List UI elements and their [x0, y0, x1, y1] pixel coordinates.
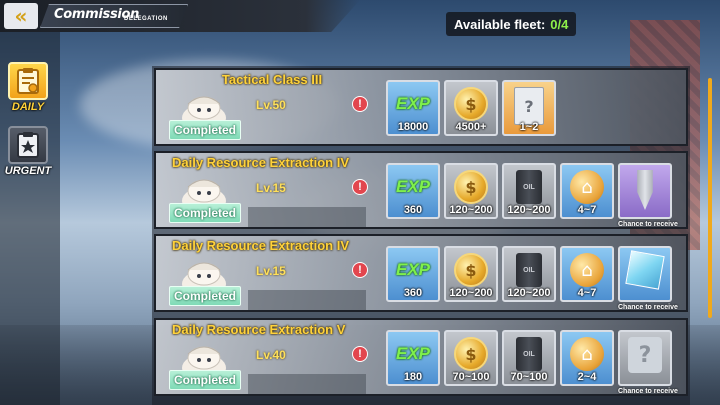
reward-exp[interactable]: EXP 360 — [386, 246, 440, 302]
exp-icon: EXP — [395, 177, 431, 196]
reward-value: 120~200 — [507, 287, 551, 299]
tab-urgent-label: URGENT — [4, 165, 52, 177]
reward-value: 4500+ — [455, 121, 487, 133]
reward-value: 70~100 — [510, 371, 548, 383]
reward-cube[interactable] — [618, 246, 672, 302]
reward-value: 70~100 — [452, 371, 490, 383]
available-fleet: Available fleet: 0/4 — [446, 12, 577, 36]
reward-value: 2~4 — [577, 371, 597, 383]
reward-value: 120~200 — [449, 287, 493, 299]
reward-oil[interactable]: OIL 70~100 — [502, 330, 556, 386]
oil-barrel-icon: OIL — [516, 253, 542, 287]
level-bar — [248, 374, 366, 394]
reward-value: 120~200 — [449, 204, 493, 216]
dorm-icon: ⌂ — [570, 337, 604, 371]
reward-exp[interactable]: EXP 360 — [386, 163, 440, 219]
cube-icon — [625, 250, 665, 290]
commission-level: Lv.50 — [256, 98, 286, 112]
question-mark-icon: ? — [628, 337, 662, 373]
reward-value: 120~200 — [507, 204, 551, 216]
commission-card[interactable]: Daily Resource Extraction V Lv.40 ! Comp… — [154, 318, 688, 396]
reward-value: 4~7 — [577, 204, 597, 216]
reward-house[interactable]: ⌂ 4~7 — [560, 163, 614, 219]
coin-icon: $ — [454, 253, 488, 287]
commission-level: Lv.15 — [256, 264, 286, 278]
reward-value: 180 — [403, 371, 423, 383]
alert-icon: ! — [352, 179, 368, 195]
reward-value: 18000 — [397, 121, 429, 133]
drill-icon — [637, 170, 653, 210]
completed-badge[interactable]: Completed — [169, 286, 241, 306]
page-subtitle: DELEGATION — [124, 16, 168, 22]
oil-barrel-icon: OIL — [516, 170, 542, 204]
reward-unknown[interactable]: ? — [618, 330, 672, 386]
reward-exp[interactable]: EXP 18000 — [386, 80, 440, 136]
level-bar — [248, 207, 366, 227]
tab-daily[interactable]: DAILY — [6, 62, 50, 113]
exp-icon: EXP — [395, 260, 431, 279]
reward-oil[interactable]: OIL 120~200 — [502, 163, 556, 219]
coin-icon: $ — [454, 170, 488, 204]
reward-drill[interactable] — [618, 163, 672, 219]
back-button[interactable]: « — [4, 3, 38, 29]
commission-level: Lv.40 — [256, 348, 286, 362]
commission-card[interactable]: Tactical Class III Lv.50 ! Completed EXP… — [154, 68, 688, 146]
alert-icon: ! — [352, 96, 368, 112]
reward-coin[interactable]: $ 70~100 — [444, 330, 498, 386]
completed-badge[interactable]: Completed — [169, 203, 241, 223]
reward-book[interactable]: ? 1~2 — [502, 80, 556, 136]
chance-to-receive-label: Chance to receive — [618, 304, 678, 311]
chance-to-receive-label: Chance to receive — [618, 221, 678, 228]
scrollbar[interactable] — [708, 78, 712, 318]
available-fleet-label: Available fleet: — [454, 16, 546, 32]
commission-card[interactable]: Daily Resource Extraction IV Lv.15 ! Com… — [154, 151, 688, 229]
reward-house[interactable]: ⌂ 2~4 — [560, 330, 614, 386]
skill-book-icon: ? — [514, 87, 544, 125]
reward-list: EXP 360 $ 120~200 OIL 120~200 ⌂ 4~7 — [386, 246, 672, 302]
clipboard-check-icon — [8, 62, 48, 100]
reward-list: EXP 180 $ 70~100 OIL 70~100 ⌂ 2~4 ? — [386, 330, 672, 386]
coin-icon: $ — [454, 87, 488, 121]
exp-icon: EXP — [395, 344, 431, 363]
completed-badge[interactable]: Completed — [169, 120, 241, 140]
reward-value: 360 — [403, 204, 423, 216]
alert-icon: ! — [352, 262, 368, 278]
commission-card[interactable]: Daily Resource Extraction IV Lv.15 ! Com… — [154, 234, 688, 312]
level-bar — [248, 290, 366, 310]
reward-coin[interactable]: $ 4500+ — [444, 80, 498, 136]
commission-title: Tactical Class III — [221, 72, 323, 87]
reward-value: 360 — [403, 287, 423, 299]
dorm-icon: ⌂ — [570, 170, 604, 204]
chance-to-receive-label: Chance to receive — [618, 388, 678, 395]
commission-title: Daily Resource Extraction IV — [172, 238, 350, 253]
reward-oil[interactable]: OIL 120~200 — [502, 246, 556, 302]
reward-coin[interactable]: $ 120~200 — [444, 163, 498, 219]
oil-barrel-icon: OIL — [516, 337, 542, 371]
available-fleet-value: 0/4 — [550, 16, 569, 32]
tab-urgent[interactable]: URGENT — [4, 126, 52, 177]
reward-value: 4~7 — [577, 287, 597, 299]
reward-value: 1~2 — [519, 121, 539, 133]
reward-list: EXP 360 $ 120~200 OIL 120~200 ⌂ 4~7 — [386, 163, 672, 219]
commission-title: Daily Resource Extraction V — [172, 322, 346, 337]
dorm-icon: ⌂ — [570, 253, 604, 287]
star-clipboard-icon — [8, 126, 48, 164]
commission-level: Lv.15 — [256, 181, 286, 195]
completed-badge[interactable]: Completed — [169, 370, 241, 390]
tab-daily-label: DAILY — [11, 101, 45, 113]
alert-icon: ! — [352, 346, 368, 362]
reward-exp[interactable]: EXP 180 — [386, 330, 440, 386]
coin-icon: $ — [454, 337, 488, 371]
exp-icon: EXP — [395, 94, 431, 113]
reward-house[interactable]: ⌂ 4~7 — [560, 246, 614, 302]
reward-list: EXP 18000 $ 4500+ ? 1~2 — [386, 80, 556, 136]
double-chevron-left-icon: « — [14, 4, 28, 28]
commission-title: Daily Resource Extraction IV — [172, 155, 350, 170]
reward-coin[interactable]: $ 120~200 — [444, 246, 498, 302]
